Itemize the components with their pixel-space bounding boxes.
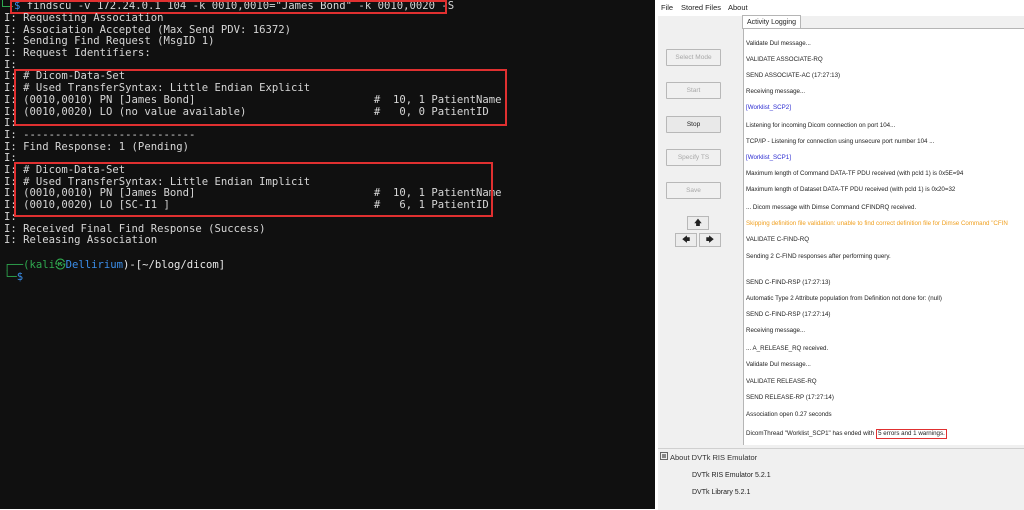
log-entry-text: Sending 2 C-FIND responses after perform… — [746, 253, 891, 260]
library-version: DVTk Library 5.2.1 — [692, 489, 751, 496]
terminal-output-line: I: Releasing Association — [4, 234, 158, 247]
about-title: About DVTk RIS Emulator — [670, 453, 758, 462]
save-button[interactable]: Save — [666, 182, 721, 199]
tab-activity-logging[interactable]: Activity Logging — [742, 15, 802, 29]
arrow-up-icon: 🡅 — [693, 218, 703, 227]
log-entry: Association open 0.27 seconds — [746, 411, 832, 419]
log-entry-text: Validate Dul message... — [746, 361, 811, 368]
log-entry-text: ... A_RELEASE_RQ received. — [746, 345, 829, 352]
log-entry: SEND C-FIND-RSP (17:27:13) — [746, 279, 830, 287]
log-entry: Validate Dul message... — [746, 40, 811, 48]
shell-prompt: ┌──(kali㉿Dellirium)-[~/blog/dicom] — [4, 259, 226, 271]
log-entry-text: Association open 0.27 seconds — [746, 411, 832, 418]
arrow-left-button[interactable]: 🡄 — [675, 233, 697, 247]
next-prompt-symbol: $ — [16, 271, 24, 283]
log-entry: Skipping definition file validation: una… — [746, 220, 1008, 228]
about-dock-panel: About DVTk RIS Emulator DVTk RIS Emulato… — [658, 448, 1024, 510]
dvtk-ris-emulator-window: File Stored Files About Activity Logging… — [658, 0, 1024, 510]
specify-ts-button[interactable]: Specify TS — [666, 149, 721, 166]
log-entry-text: ... Dicom message with Dimse Command CFI… — [746, 204, 917, 211]
log-entry: Sending 2 C-FIND responses after perform… — [746, 253, 891, 261]
log-entry-text: VALIDATE RELEASE-RQ — [746, 378, 817, 385]
log-entry-text: Maximum length of Dataset DATA-TF PDU re… — [746, 186, 956, 193]
terminal-output-line: I: Request Identifiers: — [4, 47, 151, 59]
log-entry-text: VALIDATE C-FIND-RQ — [746, 236, 810, 243]
log-entry-text: Skipping definition file validation: una… — [746, 220, 1008, 227]
log-entry-text: Validate Dul message... — [746, 40, 811, 47]
menu-about[interactable]: About — [728, 3, 748, 12]
log-entry: Receiving message... — [746, 88, 805, 96]
log-entry: SEND C-FIND-RSP (17:27:14) — [746, 311, 830, 319]
prompt-user: (kali — [23, 259, 56, 271]
prompt-path: )-[~/blog/dicom] — [123, 259, 226, 271]
log-entry: SEND ASSOCIATE-AC (17:27:13) — [746, 72, 840, 80]
dataset-request-highlight-box — [14, 69, 507, 126]
log-entry: [Worklist_SCP2] — [746, 104, 791, 112]
terminal-window[interactable]: $ findscu -v 172.24.0.1 104 -k 0010,0010… — [0, 0, 655, 509]
log-entry-text: Listening for incoming Dicom connection … — [746, 122, 896, 129]
select-mode-button[interactable]: Select Mode — [666, 49, 721, 66]
arrow-up-button[interactable]: 🡅 — [687, 216, 709, 230]
log-entry: TCP/IP - Listening for connection using … — [746, 138, 934, 146]
log-entry: ... Dicom message with Dimse Command CFI… — [746, 204, 916, 212]
arrow-right-icon: 🡆 — [705, 235, 715, 244]
log-entry-text: [Worklist_SCP1] — [746, 154, 791, 161]
log-entry: Listening for incoming Dicom connection … — [746, 122, 895, 130]
menu-stored-files[interactable]: Stored Files — [681, 3, 721, 12]
error-summary-highlight: 5 errors and 1 warnings. — [876, 429, 947, 439]
emulator-version: DVTk RIS Emulator 5.2.1 — [692, 472, 771, 479]
log-entry: VALIDATE ASSOCIATE-RQ — [746, 56, 823, 64]
log-entry-text: SEND C-FIND-RSP (17:27:14) — [746, 311, 831, 318]
stop-button[interactable]: Stop — [666, 116, 721, 133]
terminal-output-line: I: Find Response: 1 (Pending) — [4, 140, 189, 153]
log-entry-text: SEND RELEASE-RP (17:27:14) — [746, 394, 834, 401]
log-entry: Automatic Type 2 Attribute population fr… — [746, 295, 942, 303]
arrow-right-button[interactable]: 🡆 — [699, 233, 721, 247]
log-entry: SEND RELEASE-RP (17:27:14) — [746, 394, 834, 402]
log-entry-text: Automatic Type 2 Attribute population fr… — [746, 295, 942, 302]
log-entry: Maximum length of Dataset DATA-TF PDU re… — [746, 186, 955, 194]
log-entry-text: Maximum length of Command DATA-TF PDU re… — [746, 170, 964, 177]
start-button[interactable]: Start — [666, 82, 721, 99]
log-entry-text: VALIDATE ASSOCIATE-RQ — [746, 56, 823, 63]
log-entry: ... A_RELEASE_RQ received. — [746, 345, 828, 353]
log-entry: DicomThread "Worklist_SCP1" has ended wi… — [746, 429, 947, 439]
log-entry: Maximum length of Command DATA-TF PDU re… — [746, 170, 963, 178]
app-icon — [660, 452, 668, 460]
prompt-host: Dellirium — [65, 259, 124, 271]
dataset-response-highlight-box — [14, 162, 493, 217]
log-entry-text: Receiving message... — [746, 88, 806, 95]
menu-bar: File Stored Files About — [658, 0, 1024, 16]
activity-log-pane[interactable]: Validate Dul message... VALIDATE ASSOCIAT… — [743, 28, 1024, 445]
terminal-output-line: I: --------------------------- — [4, 128, 196, 141]
log-entry-text: SEND C-FIND-RSP (17:27:13) — [746, 279, 831, 286]
shell-next-prompt[interactable]: └─$ — [4, 271, 24, 284]
log-entry: Receiving message... — [746, 327, 805, 335]
arrow-left-icon: 🡄 — [681, 235, 691, 244]
log-entry-text: [Worklist_SCP2] — [746, 104, 791, 111]
menu-file[interactable]: File — [661, 3, 673, 12]
log-entry-text: TCP/IP - Listening for connection using … — [746, 138, 935, 145]
log-entry-text: DicomThread "Worklist_SCP1" has ended wi… — [746, 430, 875, 437]
terminal-output-line: I: Requesting Association — [4, 11, 164, 24]
log-entry-text: Receiving message... — [746, 327, 806, 334]
prompt-at-symbol: ㉿ — [55, 259, 66, 271]
log-entry: [Worklist_SCP1] — [746, 154, 791, 162]
log-entry-text: SEND ASSOCIATE-AC (17:27:13) — [746, 72, 841, 79]
log-entry: Validate Dul message... — [746, 361, 811, 369]
log-entry: VALIDATE C-FIND-RQ — [746, 236, 809, 244]
log-entry: VALIDATE RELEASE-RQ — [746, 378, 817, 386]
